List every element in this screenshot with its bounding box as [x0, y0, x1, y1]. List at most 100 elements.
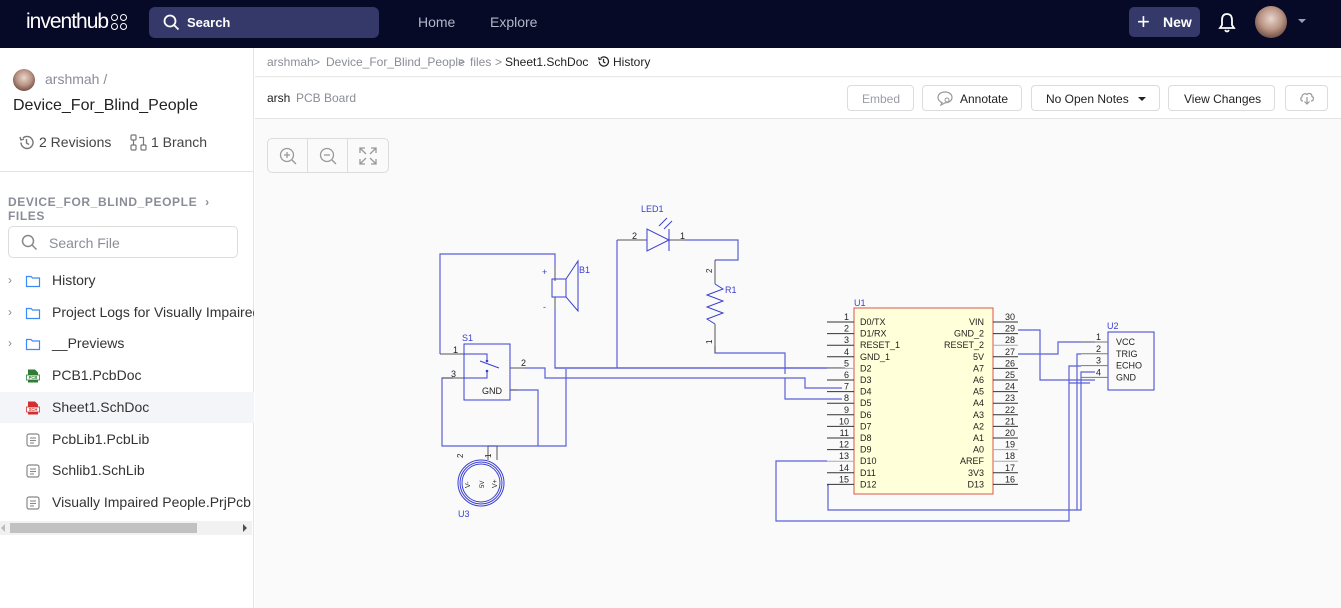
u1-pin-right[interactable]: 21 A2: [973, 416, 1018, 431]
scroll-right-arrow-icon[interactable]: [243, 524, 247, 532]
u1-pin-right[interactable]: 18 AREF: [960, 451, 1018, 466]
u1-pin-right[interactable]: 20 A1: [973, 428, 1018, 443]
u1-pin-left[interactable]: 14 D11: [827, 463, 876, 478]
pin-name: A3: [973, 410, 984, 420]
tree-file[interactable]: SCH Sheet1.SchDoc: [0, 391, 254, 423]
tree-file[interactable]: PcbLib1.PcbLib: [0, 424, 254, 455]
revisions-count: 2 Revisions: [39, 134, 112, 150]
sidebar-horizontal-scrollbar[interactable]: [0, 521, 252, 535]
new-button[interactable]: + New: [1129, 7, 1200, 37]
u1-pin-right[interactable]: 26 A7: [973, 358, 1018, 373]
nav-explore[interactable]: Explore: [490, 14, 537, 30]
u1-pin-right[interactable]: 16 D13: [967, 474, 1018, 489]
chevron-right-icon[interactable]: ›: [8, 305, 12, 319]
tree-folder[interactable]: › History: [0, 265, 254, 296]
u1-pin-left[interactable]: 4 GND_1: [827, 347, 890, 362]
folder-icon: [25, 275, 41, 288]
global-search[interactable]: Search: [149, 7, 379, 38]
u1-pin-left[interactable]: 7 D4: [827, 382, 872, 397]
power-source-component[interactable]: 2 1 V- V+ 5V U3: [456, 446, 505, 519]
user-avatar[interactable]: [1255, 6, 1287, 38]
zoom-out-button[interactable]: [308, 139, 348, 172]
u1-pin-left[interactable]: 8 D5: [827, 393, 872, 408]
chevron-right-icon[interactable]: ›: [8, 336, 12, 350]
pin-name: GND_2: [954, 329, 984, 339]
history-link[interactable]: History: [613, 55, 650, 69]
pin-number: 1: [1096, 332, 1101, 342]
u2-pin[interactable]: 3 ECHO: [1081, 356, 1142, 371]
logo[interactable]: inventhub: [26, 10, 109, 34]
file-search-input[interactable]: Search File: [8, 226, 238, 258]
crumb-repo[interactable]: Device_For_Blind_People: [326, 55, 465, 69]
schematic-canvas[interactable]: LED1 2 1 B1 + - R1 2 1 S1 1 3 2 GND 2 1 …: [255, 48, 1341, 608]
u1-pin-right[interactable]: 24 A5: [973, 382, 1018, 397]
tree-folder[interactable]: › Project Logs for Visually Impaired Peop…: [0, 297, 254, 328]
notification-bell-icon[interactable]: [1217, 12, 1237, 34]
u1-pin-left[interactable]: 11 D8: [827, 428, 872, 443]
file-name: Schlib1.SchLib: [52, 462, 145, 479]
u1-pin-right[interactable]: 30 VIN: [969, 312, 1018, 327]
u2-pin[interactable]: 2 TRIG: [1081, 344, 1138, 359]
u1-pin-left[interactable]: 2 D1/RX: [827, 324, 887, 339]
document-icon: [26, 496, 40, 510]
u2-pin[interactable]: 1 VCC: [1081, 332, 1136, 347]
pin-name: GND_1: [860, 352, 890, 362]
u1-microcontroller[interactable]: U1 1 D0/TX 2 D1/RX 3 RESET_1 4 GND_1 5 D2 6 D3 7 D4 8 D…: [827, 298, 1018, 495]
u3-ref: U3: [458, 509, 470, 519]
u2-ref: U2: [1107, 321, 1119, 331]
crumb-repo[interactable]: DEVICE_FOR_BLIND_PEOPLE: [8, 195, 197, 209]
annotate-button[interactable]: Annotate: [922, 85, 1022, 111]
zoom-in-button[interactable]: [268, 139, 308, 172]
file-name: Project Logs for Visually Impaired Peopl…: [52, 303, 254, 320]
crumb-owner[interactable]: arshmah: [267, 55, 314, 69]
u1-pin-left[interactable]: 3 RESET_1: [827, 335, 900, 350]
u1-pin-right[interactable]: 27 5V: [973, 347, 1018, 362]
led-component[interactable]: LED1 2 1: [617, 204, 685, 252]
pin-name: D10: [860, 456, 877, 466]
u1-pin-right[interactable]: 25 A6: [973, 370, 1018, 385]
u2-pin[interactable]: 4 GND: [1081, 367, 1137, 382]
u1-pin-left[interactable]: 15 D12: [827, 474, 877, 489]
u2-ultrasonic-sensor[interactable]: U2 1 VCC 2 TRIG 3 ECHO 4 GND: [1081, 321, 1155, 391]
fit-screen-button[interactable]: [348, 139, 388, 172]
expand-icon: [359, 147, 377, 165]
u1-pin-right[interactable]: 19 A0: [973, 440, 1018, 455]
u1-pin-left[interactable]: 6 D3: [827, 370, 872, 385]
history-icon[interactable]: [597, 55, 610, 68]
crumb-files[interactable]: FILES: [8, 209, 45, 223]
u1-pin-left[interactable]: 1 D0/TX: [827, 312, 886, 327]
u1-pin-left[interactable]: 13 D10: [827, 451, 877, 466]
crumb-files[interactable]: files: [470, 55, 491, 69]
nav-home[interactable]: Home: [418, 14, 455, 30]
scroll-left-arrow-icon[interactable]: [1, 524, 5, 532]
buzzer-component[interactable]: B1 + -: [542, 259, 590, 313]
u1-pin-right[interactable]: 23 A4: [973, 393, 1018, 408]
download-button[interactable]: [1285, 85, 1328, 111]
tree-file[interactable]: Visually Impaired People.PrjPcb: [0, 487, 254, 518]
file-name: PCB1.PcbDoc: [52, 367, 142, 384]
view-changes-button[interactable]: View Changes: [1168, 85, 1275, 111]
u1-pin-left[interactable]: 9 D6: [827, 405, 872, 420]
tree-folder[interactable]: › __Previews: [0, 328, 254, 359]
u1-pin-right[interactable]: 29 GND_2: [954, 324, 1018, 339]
wire: [1018, 329, 1095, 381]
u1-pin-left[interactable]: 12 D9: [827, 440, 872, 455]
u1-pin-right[interactable]: 28 RESET_2: [944, 335, 1018, 350]
embed-button[interactable]: Embed: [847, 85, 914, 111]
resistor-component[interactable]: R1 2 1: [705, 260, 737, 353]
switch-component[interactable]: S1 1 3 2 GND: [440, 333, 526, 401]
tree-file[interactable]: Schlib1.SchLib: [0, 455, 254, 486]
user-menu-caret-icon[interactable]: [1298, 19, 1306, 23]
notes-dropdown[interactable]: No Open Notes: [1031, 85, 1160, 111]
pin-name: D1/RX: [860, 329, 887, 339]
repo-name[interactable]: Device_For_Blind_People: [13, 97, 198, 115]
u1-pin-left[interactable]: 5 D2: [827, 358, 872, 373]
repo-owner[interactable]: arshmah /: [45, 71, 107, 87]
u1-pin-left[interactable]: 10 D7: [827, 416, 872, 431]
tree-file[interactable]: PCB PCB1.PcbDoc: [0, 360, 254, 391]
scrollbar-thumb[interactable]: [10, 523, 197, 533]
u1-pin-right[interactable]: 17 3V3: [968, 463, 1018, 478]
u1-pin-right[interactable]: 22 A3: [973, 405, 1018, 420]
zoom-out-icon: [319, 147, 337, 165]
chevron-right-icon[interactable]: ›: [8, 273, 12, 287]
